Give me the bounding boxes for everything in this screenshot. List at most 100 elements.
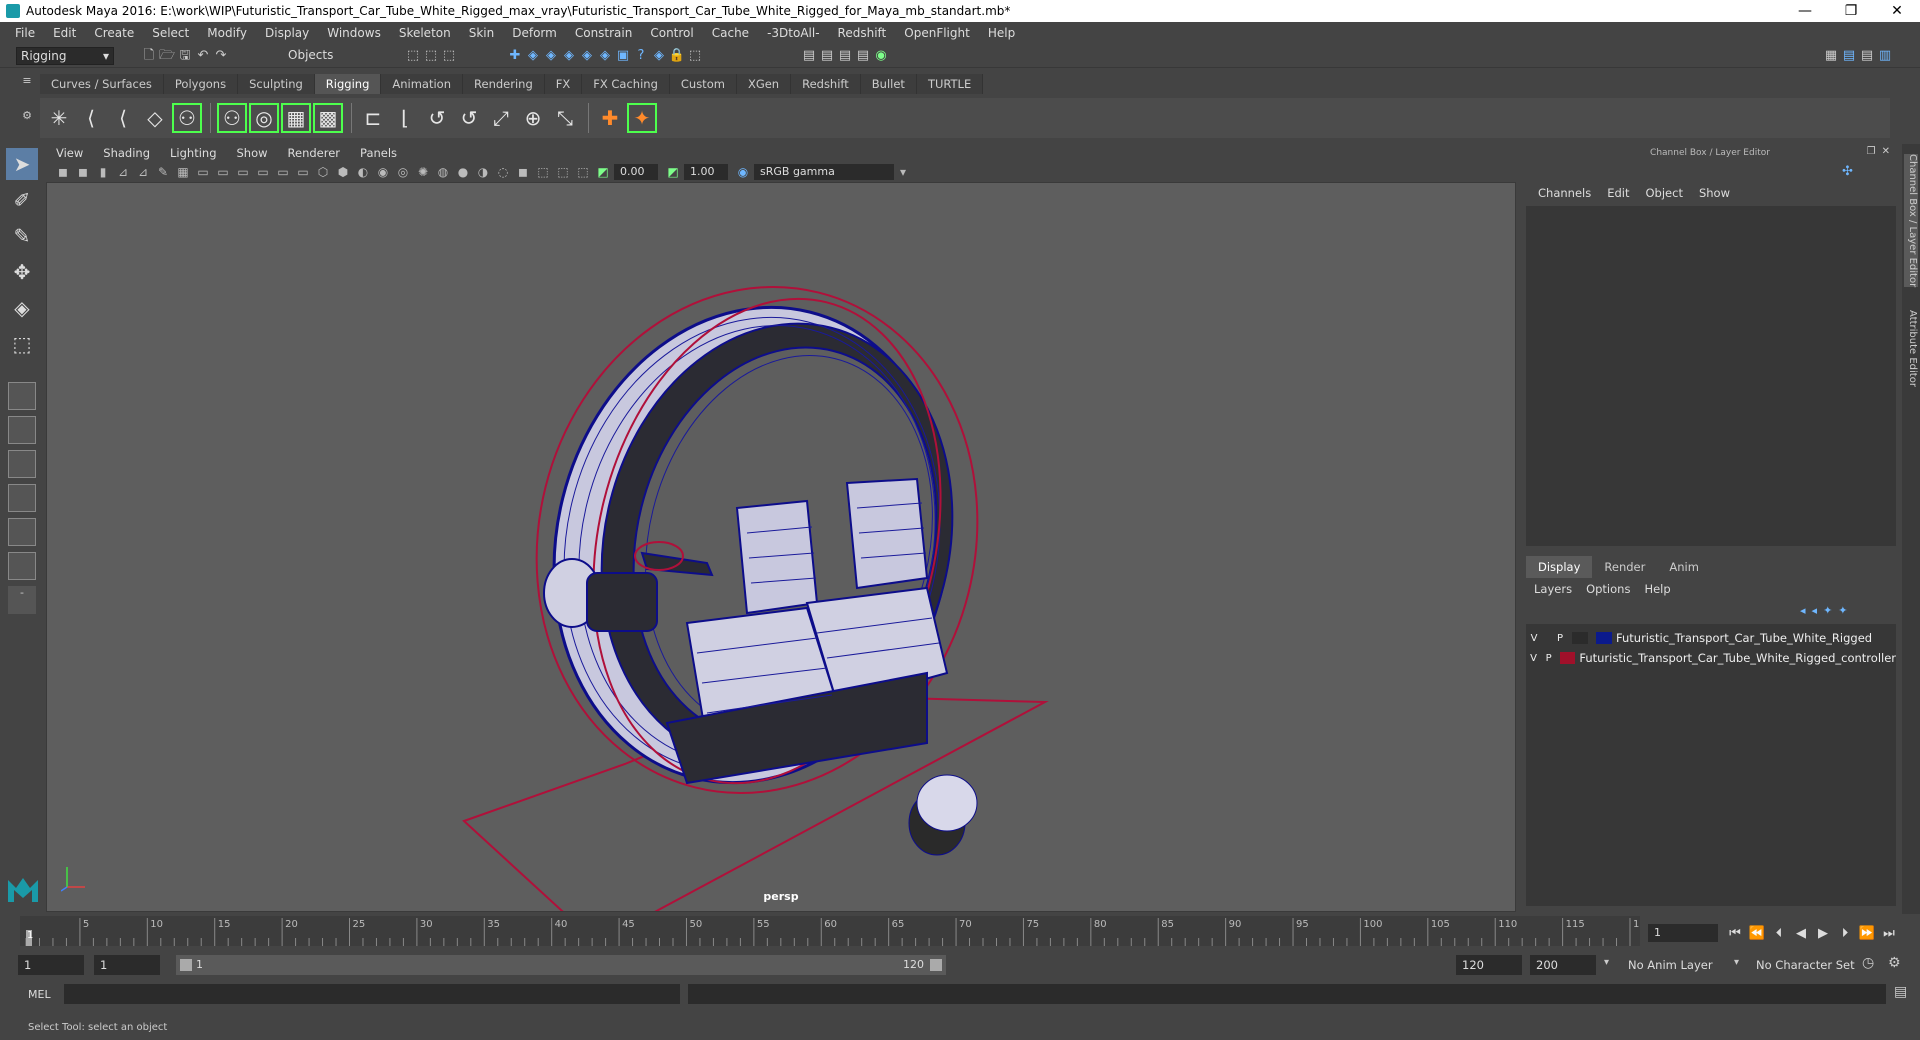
color-space-dropdown[interactable]: sRGB gamma <box>754 164 894 180</box>
menu-file[interactable]: File <box>6 26 44 40</box>
menu-skin[interactable]: Skin <box>460 26 504 40</box>
rotate-tool-icon[interactable]: ◈ <box>6 292 38 324</box>
lattice-icon[interactable]: ▦ <box>281 103 311 133</box>
panel-menu-panels[interactable]: Panels <box>350 146 407 160</box>
anti-aliasing-icon[interactable]: ◌ <box>494 164 512 180</box>
shelf-tab-animation[interactable]: Animation <box>381 74 464 94</box>
workspace-icon[interactable]: ▦ <box>1822 47 1840 65</box>
panel-menu-shading[interactable]: Shading <box>93 146 160 160</box>
ipr-render-icon[interactable]: ▤ <box>836 47 854 65</box>
script-editor-icon[interactable]: ▤ <box>1894 984 1907 1000</box>
sym-edge-icon[interactable]: ◈ <box>650 47 668 65</box>
ik-spline-icon[interactable]: ⟨ <box>108 103 138 133</box>
menu-display[interactable]: Display <box>256 26 318 40</box>
menu-help[interactable]: Help <box>979 26 1024 40</box>
minimize-button[interactable]: — <box>1782 3 1828 19</box>
hypershade-layout-icon[interactable] <box>8 518 36 546</box>
paint-select-tool-icon[interactable]: ✎ <box>6 220 38 252</box>
parent-constraint-icon[interactable]: ⊏ <box>358 103 388 133</box>
shelf-tab-turtle[interactable]: TURTLE <box>916 74 984 94</box>
menu-edit[interactable]: Edit <box>44 26 85 40</box>
select-hierarchy-icon[interactable]: ⬚ <box>404 47 422 65</box>
camera-attributes-icon[interactable]: ◼ <box>74 164 92 180</box>
panel-menu-view[interactable]: View <box>46 146 93 160</box>
quick-rig-icon[interactable]: ⚇ <box>172 103 202 133</box>
xray-joints-icon[interactable]: ⬚ <box>554 164 572 180</box>
select-object-icon[interactable]: ⬚ <box>422 47 440 65</box>
menu-3dtoall[interactable]: -3DtoAll- <box>758 26 828 40</box>
snap-view-icon[interactable]: ◈ <box>560 47 578 65</box>
four-view-layout-icon[interactable] <box>8 416 36 444</box>
select-camera-icon[interactable]: ◼ <box>54 164 72 180</box>
auto-key-icon[interactable]: ◷ <box>1862 955 1874 971</box>
lock-icon[interactable]: 🔒 <box>668 47 686 65</box>
menu-deform[interactable]: Deform <box>503 26 566 40</box>
isolate-select-icon[interactable]: ⬚ <box>534 164 552 180</box>
mirror-joint-icon[interactable]: ◇ <box>140 103 170 133</box>
film-gate-icon[interactable]: ▭ <box>194 164 212 180</box>
snap-vertex-icon[interactable]: ◈ <box>596 47 614 65</box>
channels-menu[interactable]: Channels <box>1530 186 1599 200</box>
close-button[interactable]: ✕ <box>1874 3 1920 19</box>
anim-layer-dropdown[interactable]: No Anim Layer <box>1622 955 1736 975</box>
use-lights-icon[interactable]: ✺ <box>414 164 432 180</box>
time-slider[interactable]: 5 10 15 20 25 30 35 40 45 50 55 60 65 70 75 80 85 90 95 100… <box>20 916 1640 946</box>
snap-grid-icon[interactable]: ✚ <box>506 47 524 65</box>
layers-menu[interactable]: Layers <box>1534 582 1580 596</box>
gamma-field[interactable]: 1.00 <box>684 164 728 180</box>
new-scene-icon[interactable]: 🗋 <box>140 47 158 65</box>
smooth-shade-icon[interactable]: ⬢ <box>334 164 352 180</box>
playback-start-field[interactable]: 1 <box>94 955 160 975</box>
sidebar-toggle-icon[interactable]: ▥ <box>1876 47 1894 65</box>
manipulator-icon[interactable]: ✣ <box>1842 164 1853 179</box>
shelf-menu-icon[interactable]: ≡ <box>16 74 38 94</box>
channel-list[interactable] <box>1526 206 1896 546</box>
wireframe-icon[interactable]: ⬡ <box>314 164 332 180</box>
menu-control[interactable]: Control <box>641 26 702 40</box>
shelf-tab-polygons[interactable]: Polygons <box>163 74 239 94</box>
character-set-dropdown[interactable]: No Character Set <box>1750 955 1870 975</box>
scale-tool-icon[interactable]: ⬚ <box>6 328 38 360</box>
snap-surface-icon[interactable]: ◈ <box>578 47 596 65</box>
shelf-tab-curves-surfaces[interactable]: Curves / Surfaces <box>40 74 164 94</box>
xray-components-icon[interactable]: ⬚ <box>574 164 592 180</box>
screen-space-ao-icon[interactable]: ● <box>454 164 472 180</box>
tab-anim[interactable]: Anim <box>1657 556 1711 578</box>
graph-editor-layout-icon[interactable] <box>8 484 36 512</box>
chevron-down-icon[interactable]: ▾ <box>894 164 912 180</box>
channels-object-menu[interactable]: Object <box>1638 186 1691 200</box>
more-layouts-icon[interactable]: - <box>8 586 36 614</box>
save-scene-icon[interactable]: 🖫 <box>176 47 194 65</box>
render-settings-icon[interactable]: ▤ <box>854 47 872 65</box>
current-frame-field[interactable]: 1 <box>1648 924 1718 942</box>
layer-playback-toggle[interactable]: P <box>1541 653 1556 664</box>
panel-menu-lighting[interactable]: Lighting <box>160 146 226 160</box>
new-layer-icon[interactable]: ✦ <box>1823 604 1832 617</box>
menuset-dropdown[interactable]: Rigging ▾ <box>16 47 114 65</box>
exposure-field[interactable]: 0.00 <box>614 164 658 180</box>
menu-select[interactable]: Select <box>143 26 198 40</box>
shelf-tab-bullet[interactable]: Bullet <box>860 74 917 94</box>
side-tab-channel-box[interactable]: Channel Box / Layer Editor <box>1904 154 1918 288</box>
layer-visibility-toggle[interactable]: V <box>1526 633 1542 644</box>
shelf-tab-redshift[interactable]: Redshift <box>791 74 861 94</box>
cluster-icon[interactable]: ▩ <box>313 103 343 133</box>
menu-openflight[interactable]: OpenFlight <box>895 26 979 40</box>
step-forward-frame-icon[interactable]: ⏵ <box>1834 926 1856 941</box>
bookmark-icon[interactable]: ▮ <box>94 164 112 180</box>
tab-render[interactable]: Render <box>1592 556 1657 578</box>
shelf-settings-icon[interactable]: ⚙ <box>16 94 38 138</box>
range-end-field[interactable]: 200 <box>1530 955 1596 975</box>
snap-point-icon[interactable]: ◈ <box>542 47 560 65</box>
render-view-icon[interactable]: ▤ <box>800 47 818 65</box>
grid-icon[interactable]: ▦ <box>174 164 192 180</box>
tab-display[interactable]: Display <box>1526 556 1593 578</box>
chevron-down-icon[interactable]: ▾ <box>1734 957 1739 968</box>
bind-skin-icon[interactable]: ⚇ <box>217 103 247 133</box>
channels-show-menu[interactable]: Show <box>1691 186 1738 200</box>
layer-visibility-toggle[interactable]: V <box>1526 653 1541 664</box>
layer-row[interactable]: V P Futuristic_Transport_Car_Tube_White_… <box>1526 648 1896 668</box>
snap-curve-icon[interactable]: ◈ <box>524 47 542 65</box>
shelf-tab-sculpting[interactable]: Sculpting <box>238 74 315 94</box>
step-back-key-icon[interactable]: ⏪ <box>1746 926 1768 941</box>
